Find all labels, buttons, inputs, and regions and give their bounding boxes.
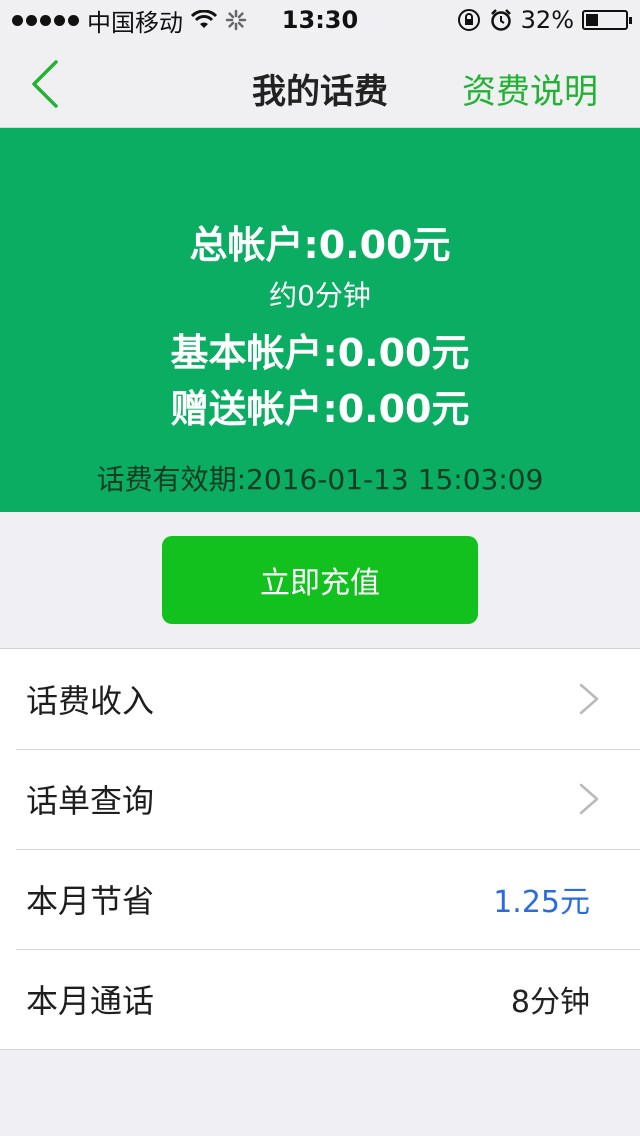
tariff-info-link[interactable]: 资费说明 bbox=[462, 64, 598, 113]
loading-spinner-icon bbox=[225, 9, 247, 31]
back-button[interactable] bbox=[26, 58, 76, 110]
list-item-label: 话费收入 bbox=[26, 682, 155, 720]
gift-balance: 赠送帐户:0.00元 bbox=[170, 387, 470, 431]
list-item-label: 话单查询 bbox=[26, 782, 155, 820]
list-item-monthly-calls: 本月通话 8分钟 bbox=[0, 949, 640, 1049]
chevron-right-icon bbox=[579, 783, 599, 815]
list-item-income[interactable]: 话费收入 bbox=[0, 649, 640, 749]
total-balance: 总帐户:0.00元 bbox=[189, 223, 451, 267]
back-chevron-icon bbox=[32, 60, 58, 108]
signal-dots-icon bbox=[12, 14, 79, 26]
validity-date: 话费有效期:2016-01-13 15:03:09 bbox=[96, 463, 544, 496]
nav-bar: 我的话费 资费说明 bbox=[0, 40, 640, 128]
list-item-label: 本月通话 bbox=[26, 982, 155, 1020]
chevron-right-icon bbox=[579, 683, 599, 715]
rotation-lock-icon bbox=[457, 9, 480, 31]
basic-balance: 基本帐户:0.00元 bbox=[170, 331, 470, 375]
alarm-icon bbox=[490, 9, 511, 31]
battery-icon bbox=[582, 10, 632, 30]
balance-panel: 总帐户:0.00元 约0分钟 基本帐户:0.00元 赠送帐户:0.00元 话费有… bbox=[0, 128, 640, 512]
monthly-savings-value: 1.25元 bbox=[493, 885, 590, 920]
estimated-minutes: 约0分钟 bbox=[269, 279, 371, 312]
monthly-calls-value: 8分钟 bbox=[510, 985, 590, 1020]
battery-percent: 32% bbox=[520, 6, 574, 34]
list-item-bill-query[interactable]: 话单查询 bbox=[0, 749, 640, 849]
account-list: 话费收入 话单查询 本月节省 1.25元 本月通话 8分钟 bbox=[0, 648, 640, 1050]
recharge-button[interactable]: 立即充值 bbox=[162, 536, 478, 624]
list-item-monthly-savings: 本月节省 1.25元 bbox=[0, 849, 640, 949]
status-left: 中国移动 bbox=[12, 3, 247, 38]
list-item-label: 本月节省 bbox=[26, 882, 155, 920]
status-bar: 中国移动 13:30 32% bbox=[0, 0, 640, 40]
status-right: 32% bbox=[457, 6, 632, 34]
carrier-name: 中国移动 bbox=[87, 8, 183, 37]
wifi-icon bbox=[191, 10, 217, 28]
